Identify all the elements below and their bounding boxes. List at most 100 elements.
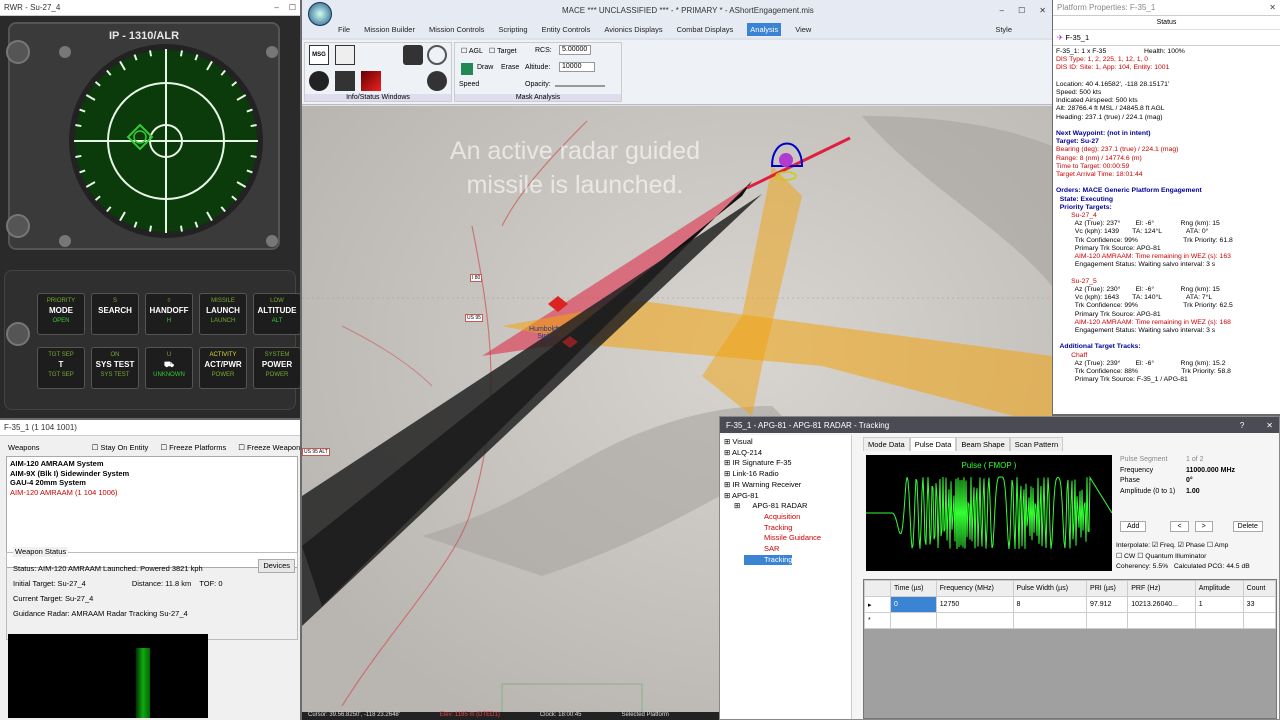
phase-value[interactable]: 0°: [1186, 477, 1193, 484]
weapon-item[interactable]: AIM-9X (Blk I) Sidewinder System: [10, 469, 294, 479]
tree-item[interactable]: ⊞ IR Warning Receiver: [724, 480, 847, 491]
tree-item[interactable]: ⊞ Visual: [724, 437, 847, 448]
tree-item[interactable]: SAR: [724, 544, 847, 555]
table-cell[interactable]: 12750: [935, 596, 1014, 613]
next-segment-button[interactable]: >: [1194, 521, 1213, 532]
rwr-button[interactable]: ◊ HANDOFF H: [145, 293, 193, 335]
rwr-button-label: POWER: [261, 360, 293, 369]
stay-on-entity-checkbox[interactable]: ☐ Stay On Entity: [92, 443, 149, 452]
clipboard-icon[interactable]: [335, 45, 355, 65]
table-cell[interactable]: 10213.26040...: [1127, 596, 1196, 613]
menu-analysis[interactable]: Analysis: [747, 22, 782, 36]
help-icon[interactable]: ?: [1240, 421, 1244, 430]
threat-icon[interactable]: [361, 71, 381, 91]
table-row[interactable]: ▸ 0 12750 8 97.912 10213.26040... 1 33: [864, 596, 1277, 613]
rwr-button[interactable]: LOW ALTITUDE ALT: [253, 293, 300, 335]
close-icon[interactable]: ✕: [1269, 3, 1276, 12]
sphere-icon[interactable]: [427, 71, 447, 91]
phase-checkbox[interactable]: ☑ Phase: [1178, 542, 1205, 549]
amplitude-value[interactable]: 1.00: [1186, 488, 1200, 495]
minimize-icon[interactable]: –: [274, 3, 278, 12]
table-cell[interactable]: 33: [1242, 596, 1277, 613]
freeze-platforms-checkbox[interactable]: ☐ Freeze Platforms: [160, 443, 226, 452]
maximize-icon[interactable]: ☐: [1018, 6, 1025, 15]
freq-checkbox[interactable]: ☑ Freq.: [1152, 542, 1176, 549]
menu-combat-displays[interactable]: Combat Displays: [677, 25, 734, 34]
menu-entity-controls[interactable]: Entity Controls: [542, 25, 591, 34]
rwr-button[interactable]: SYSTEM POWER POWER: [253, 347, 300, 389]
table-cell[interactable]: 0: [890, 596, 937, 613]
tree-item[interactable]: ⊞ APG-81 RADAR: [724, 501, 847, 512]
tree-item[interactable]: ⊞ ALQ-214: [724, 448, 847, 459]
tab-scan-pattern[interactable]: Scan Pattern: [1009, 437, 1064, 451]
tree-item[interactable]: Tracking: [724, 523, 847, 534]
weapon-item[interactable]: AIM-120 AMRAAM System: [10, 459, 294, 469]
msg-icon[interactable]: MSG: [309, 45, 329, 65]
tab-mode-data[interactable]: Mode Data: [863, 437, 910, 451]
maximize-icon[interactable]: ☐: [289, 3, 296, 12]
crosshair-icon[interactable]: [427, 45, 447, 65]
altitude-select[interactable]: 10000: [559, 62, 595, 72]
rwr-button[interactable]: TGT SEP T TGT SEP: [37, 347, 85, 389]
draw-icon[interactable]: [461, 63, 473, 75]
rwr-button[interactable]: U ⛟ UNKNOWN: [145, 347, 193, 389]
devices-button[interactable]: Devices: [258, 559, 295, 573]
pulse-table[interactable]: Time (µs) Frequency (MHz) Pulse Width (µs)…: [863, 579, 1277, 719]
quantum-checkbox[interactable]: ☐ Quantum Illuminator: [1137, 553, 1206, 560]
rwr-button[interactable]: MISSILE LAUNCH LAUNCH: [199, 293, 247, 335]
expand-icon[interactable]: ⊞: [724, 448, 732, 457]
delete-segment-button[interactable]: Delete: [1232, 521, 1263, 532]
table-new-row[interactable]: *: [864, 612, 1277, 629]
draw-button[interactable]: Draw: [477, 64, 493, 71]
rwr-knob-panel[interactable]: [6, 322, 30, 346]
expand-icon[interactable]: ⊞: [724, 491, 732, 500]
stay-on-entity-label: Stay On Entity: [100, 443, 149, 452]
mace-logo-icon[interactable]: [308, 2, 332, 26]
rwr-knob-top[interactable]: [6, 40, 30, 64]
rwr-button[interactable]: S SEARCH: [91, 293, 139, 335]
target-checkbox[interactable]: ☐ Target: [489, 47, 517, 55]
rwr-button[interactable]: ACTIVITY ACT/PWR POWER: [199, 347, 247, 389]
erase-button[interactable]: Erase: [501, 64, 519, 71]
menu-mission-controls[interactable]: Mission Controls: [429, 25, 484, 34]
add-segment-button[interactable]: Add: [1120, 521, 1147, 532]
rwr-button-top: S: [112, 298, 117, 304]
agl-checkbox[interactable]: ☐ AGL: [461, 47, 483, 55]
minimize-icon[interactable]: –: [1000, 6, 1004, 15]
table-cell[interactable]: 97.912: [1086, 596, 1129, 613]
menu-avionics-displays[interactable]: Avionics Displays: [604, 25, 662, 34]
frequency-value[interactable]: 11000.000 MHz: [1186, 467, 1235, 474]
close-icon[interactable]: ✕: [1266, 421, 1273, 430]
close-icon[interactable]: ✕: [1039, 6, 1046, 15]
menu-file[interactable]: File: [338, 25, 350, 34]
menu-view[interactable]: View: [795, 25, 811, 34]
rwr-knob-bottom[interactable]: [6, 214, 30, 238]
tree-item[interactable]: ⊞ Link-16 Radio: [724, 469, 847, 480]
tree-item[interactable]: Missile Guidance: [724, 533, 847, 544]
tab-pulse-data[interactable]: Pulse Data: [909, 437, 957, 451]
component-tree[interactable]: ⊞ Visual ⊞ ALQ-214 ⊞ IR Signature F-35 ⊞ Li…: [720, 435, 852, 719]
rwr-button[interactable]: PRIORITY MODE OPEN: [37, 293, 85, 335]
amp-checkbox[interactable]: ☐ Amp: [1207, 542, 1229, 549]
opacity-slider[interactable]: [555, 85, 605, 87]
tree-item[interactable]: Acquisition: [724, 512, 847, 523]
tab-beam-shape[interactable]: Beam Shape: [956, 437, 1010, 451]
menu-mission-builder[interactable]: Mission Builder: [364, 25, 415, 34]
tree-item[interactable]: Tracking: [724, 554, 847, 566]
jet-icon[interactable]: [403, 45, 423, 65]
weapon-item-active[interactable]: AIM-120 AMRAAM (1 104 1006): [10, 488, 294, 498]
weapon-item[interactable]: GAU-4 20mm System: [10, 478, 294, 488]
radar-icon[interactable]: [309, 71, 329, 91]
tree-item[interactable]: ⊞ IR Signature F-35: [724, 458, 847, 469]
cw-checkbox[interactable]: ☐ CW: [1116, 553, 1135, 560]
freeze-weapon-checkbox[interactable]: ☐ Freeze Weapon: [238, 443, 300, 452]
rcs-input[interactable]: 5.00000: [559, 45, 591, 55]
prev-segment-button[interactable]: <: [1170, 521, 1189, 532]
tree-item[interactable]: ⊞ APG-81: [724, 491, 847, 502]
style-menu[interactable]: Style: [995, 25, 1052, 34]
rwr-button[interactable]: ON SYS TEST SYS TEST: [91, 347, 139, 389]
menu-scripting[interactable]: Scripting: [498, 25, 527, 34]
table-cell[interactable]: 1: [1194, 596, 1244, 613]
table-cell[interactable]: 8: [1012, 596, 1088, 613]
grid-icon[interactable]: [335, 71, 355, 91]
